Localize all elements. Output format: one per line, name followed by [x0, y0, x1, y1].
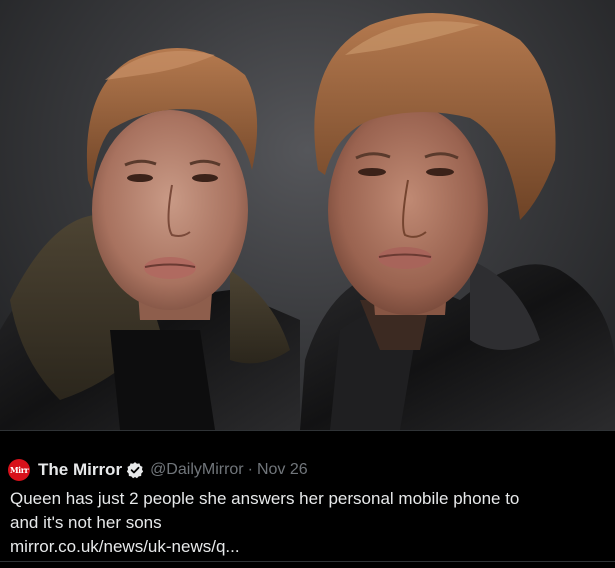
embedded-tweet-card[interactable]: Mirr The Mirror @DailyMirror · Nov 26 Qu… — [0, 430, 615, 568]
twins-portrait-image — [0, 13, 615, 430]
avatar-logo-text: Mirr — [9, 465, 29, 475]
tweet-text-line: and it's not her sons — [10, 513, 162, 532]
user-handle[interactable]: @DailyMirror — [150, 461, 244, 479]
tweet-photo[interactable] — [0, 0, 615, 430]
tweet-text-line: Queen has just 2 people she answers her … — [10, 489, 520, 508]
tweet-text: Queen has just 2 people she answers her … — [10, 487, 610, 559]
tweet-header: Mirr The Mirror @DailyMirror · Nov 26 — [8, 459, 308, 481]
verified-badge-icon — [126, 461, 144, 479]
separator-dot: · — [247, 461, 253, 478]
tweet-date[interactable]: Nov 26 — [257, 461, 308, 479]
avatar[interactable]: Mirr — [8, 459, 30, 481]
tweet-card-body: Mirr The Mirror @DailyMirror · Nov 26 Qu… — [0, 431, 615, 562]
display-name[interactable]: The Mirror — [38, 460, 122, 480]
tweet-link[interactable]: mirror.co.uk/news/uk-news/q... — [10, 535, 610, 559]
